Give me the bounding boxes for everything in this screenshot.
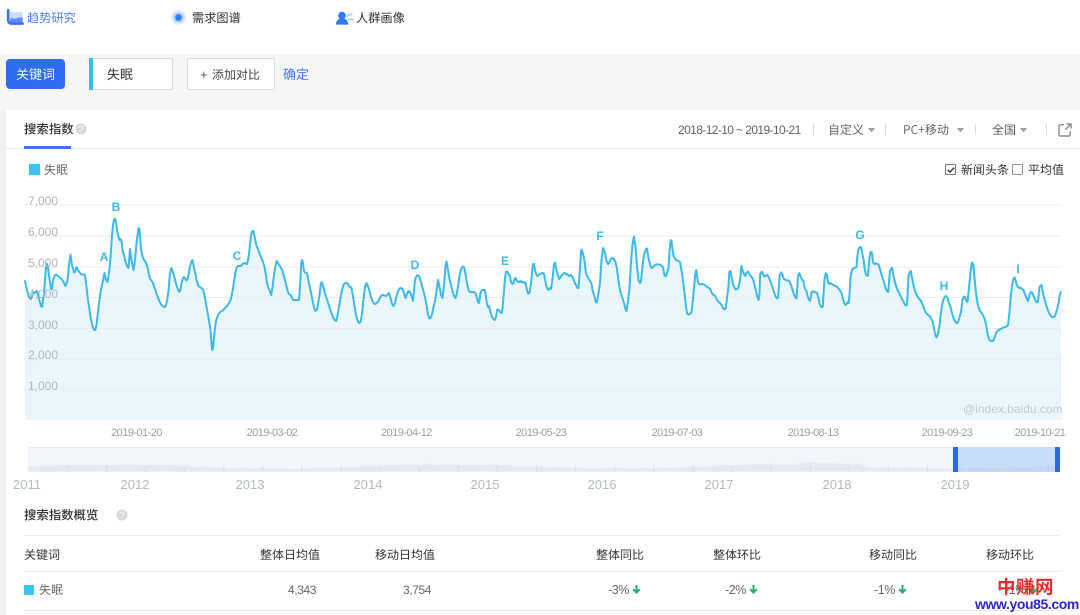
svg-text:?: ?	[119, 510, 124, 520]
